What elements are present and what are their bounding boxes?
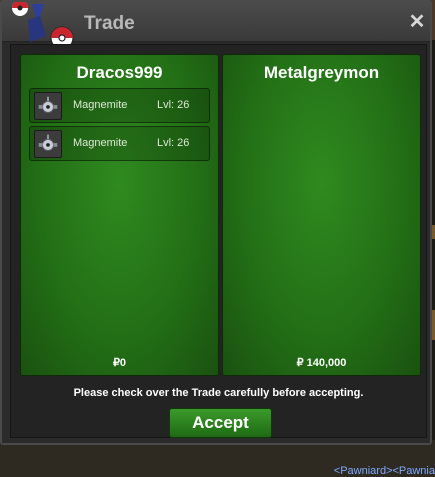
partner-trade-panel: Metalgreymon ₽ 140,000	[222, 54, 421, 376]
player-nameplate: <Pawniard><Pawnia	[333, 465, 435, 477]
pokemon-name: Magnemite	[73, 137, 128, 149]
partner-trainer-name: Metalgreymon	[263, 63, 380, 82]
trade-pokemon-row[interactable]: Magnemite Lvl: 26	[29, 88, 210, 123]
pokemon-level: Lvl: 26	[157, 99, 190, 111]
my-money-offer: ₽0	[112, 357, 127, 369]
pokemon-name: Magnemite	[73, 99, 128, 111]
trade-window: Trade ✕ Dracos999 Magnemite Lvl: 26 Magn…	[0, 0, 432, 445]
trade-pokemon-row[interactable]: Magnemite Lvl: 26	[29, 126, 210, 161]
window-title: Trade	[84, 13, 135, 34]
accept-button[interactable]: Accept	[169, 408, 272, 438]
partner-money-offer: ₽ 140,000	[296, 357, 347, 369]
trade-notice: Please check over the Trade carefully be…	[73, 387, 364, 399]
magnemite-sprite-icon	[34, 130, 62, 158]
pokemon-level: Lvl: 26	[157, 137, 190, 149]
magnemite-sprite-icon	[34, 92, 62, 120]
my-trainer-name: Dracos999	[76, 63, 163, 82]
my-trade-panel: Dracos999 Magnemite Lvl: 26 Magnemite Lv…	[20, 54, 219, 376]
close-button[interactable]: ✕	[407, 12, 427, 32]
trade-panels-area: Dracos999 Magnemite Lvl: 26 Magnemite Lv…	[10, 44, 427, 438]
pokeball-logo-icon	[12, 2, 74, 50]
